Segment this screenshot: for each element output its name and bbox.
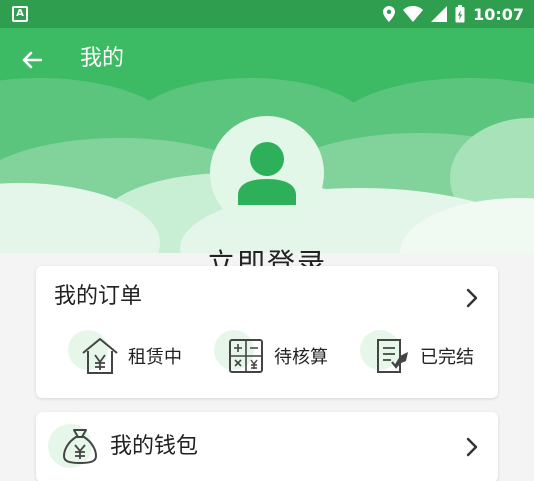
wifi-icon (403, 6, 424, 22)
chevron-right-icon[interactable] (466, 437, 478, 457)
battery-icon (455, 5, 465, 23)
profile-header: 我的 立即登录 (0, 28, 534, 272)
chevron-right-icon[interactable] (466, 288, 478, 308)
order-pending-label: 待核算 (274, 347, 328, 368)
money-bag-icon (63, 429, 97, 464)
order-pending[interactable]: 待核算 (214, 330, 328, 378)
location-icon (383, 6, 396, 22)
order-finished-label: 已完结 (420, 347, 474, 368)
back-button[interactable] (16, 44, 48, 76)
wallet-card[interactable]: 我的钱包 (36, 412, 498, 481)
status-icons: 10:07 (383, 4, 524, 24)
avatar[interactable] (210, 116, 324, 230)
orders-title[interactable]: 我的订单 (54, 282, 142, 312)
status-bar: A 10:07 (0, 0, 534, 28)
signal-icon (431, 6, 448, 22)
wallet-title: 我的钱包 (110, 434, 199, 459)
document-check-icon (377, 339, 408, 373)
page-title: 我的 (80, 46, 125, 71)
house-yen-icon (82, 338, 118, 374)
order-renting[interactable]: 租赁中 (68, 330, 182, 378)
user-avatar-icon (238, 142, 296, 205)
orders-card: 我的订单 租赁中 待核算 已完结 (36, 266, 498, 398)
order-renting-label: 租赁中 (128, 347, 182, 368)
a-notification-icon: A (12, 6, 28, 22)
status-time: 10:07 (473, 4, 524, 24)
calculator-icon (229, 339, 263, 373)
order-finished[interactable]: 已完结 (360, 330, 474, 378)
back-arrow-icon (22, 51, 42, 69)
